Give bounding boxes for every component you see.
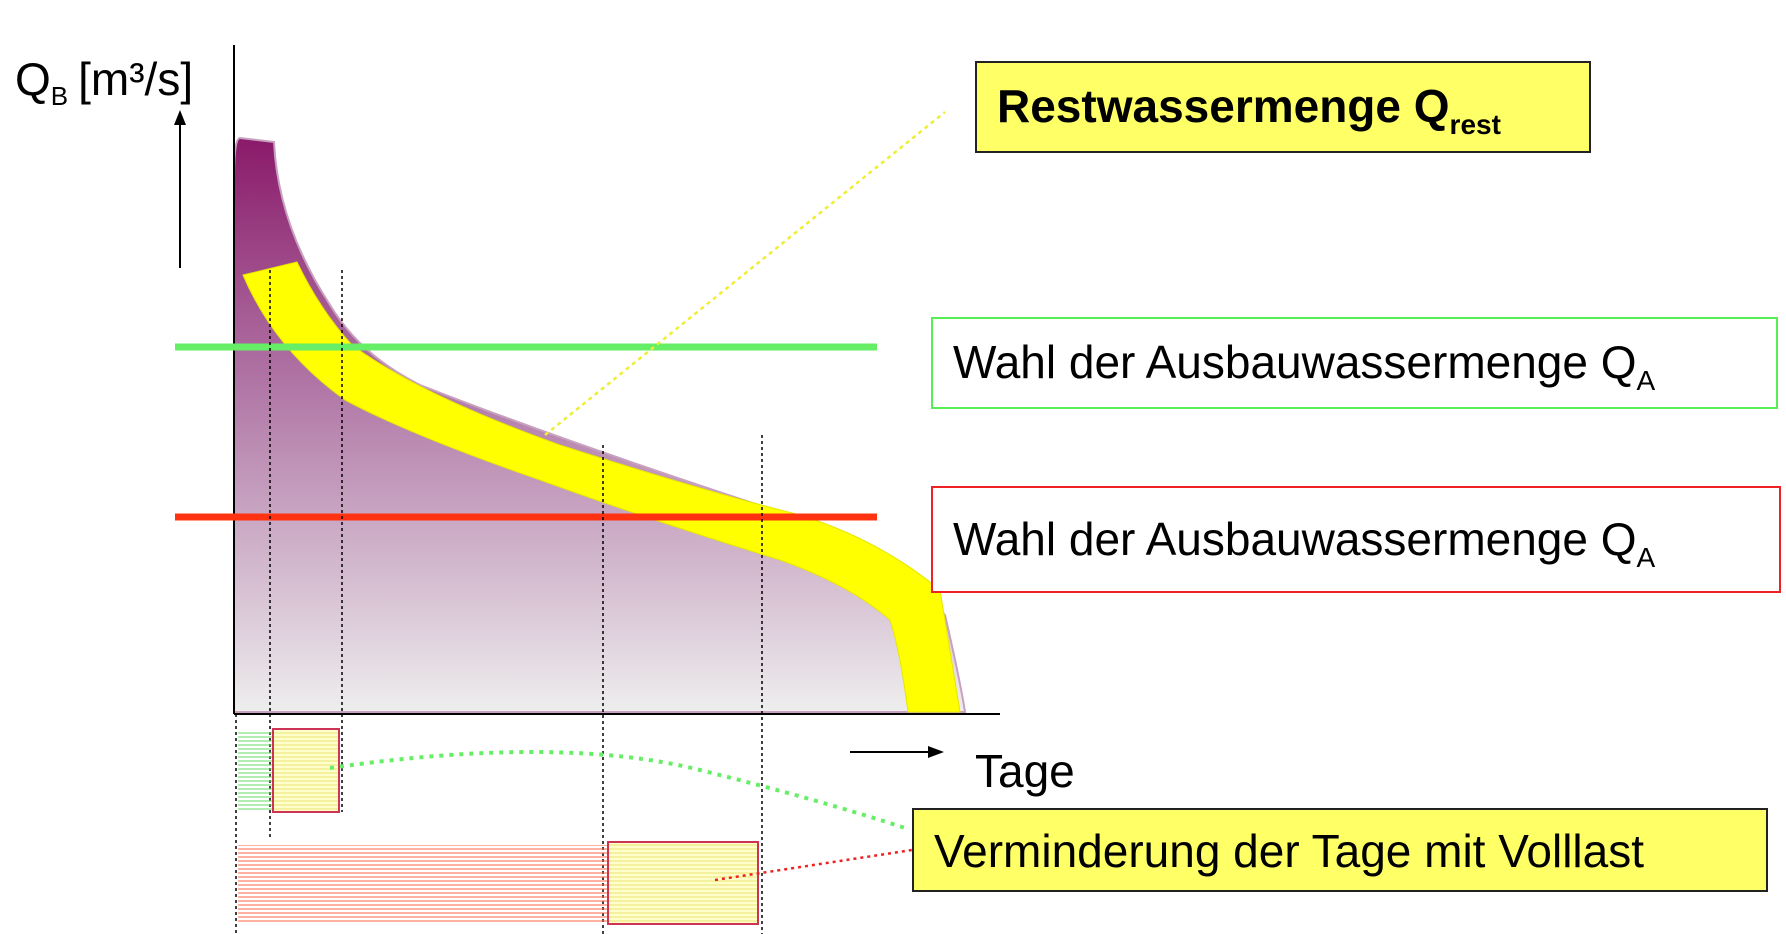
rest-main-text: Restwassermenge Q <box>997 80 1450 132</box>
days-reduction-label: Verminderung der Tage mit Volllast <box>912 808 1768 892</box>
yellow-hatch-bar-small <box>272 728 340 813</box>
y-axis-label: QB [m³/s] <box>15 53 193 111</box>
green-hatch-bar <box>238 730 272 812</box>
days-text: Verminderung der Tage mit Volllast <box>934 825 1644 877</box>
rest-connector <box>544 111 946 436</box>
restwassermenge-label: Restwassermenge Qrest <box>975 61 1591 153</box>
x-arrow-head <box>928 746 944 758</box>
flow-duration-area <box>233 136 967 713</box>
y-arrow-head <box>174 110 186 125</box>
green-qa-main-text: Wahl der Ausbauwassermenge Q <box>953 336 1637 388</box>
red-qa-sub-text: A <box>1636 542 1656 573</box>
red-hatch-bar <box>238 845 608 923</box>
red-qa-label: Wahl der Ausbauwassermenge QA <box>931 486 1781 593</box>
green-qa-sub-text: A <box>1636 365 1656 396</box>
red-qa-main-text: Wahl der Ausbauwassermenge Q <box>953 513 1637 565</box>
x-axis-label: Tage <box>975 745 1075 797</box>
yellow-hatch-bar-large <box>607 841 759 925</box>
green-connector <box>329 750 906 830</box>
green-qa-label: Wahl der Ausbauwassermenge QA <box>931 317 1778 409</box>
rest-sub-text: rest <box>1449 109 1501 140</box>
